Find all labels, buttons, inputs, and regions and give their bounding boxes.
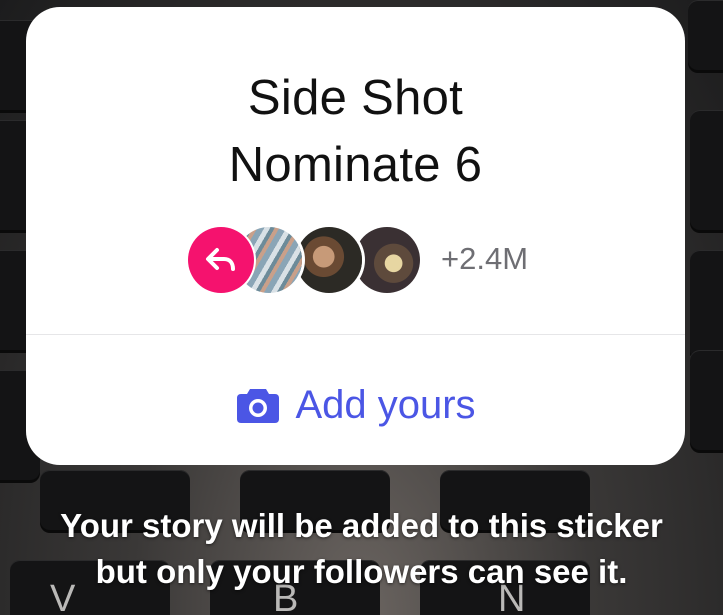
add-yours-label: Add yours [295, 382, 476, 427]
sticker-caption: Your story will be added to this sticker… [0, 503, 723, 595]
caption-line2: but only your followers can see it. [95, 553, 628, 590]
reply-arrow-icon [206, 248, 235, 271]
participants-count: +2.4M [441, 241, 529, 276]
participant-avatar [296, 227, 362, 293]
sticker-title: Side Shot Nominate 6 [26, 65, 685, 199]
add-yours-button[interactable]: Add yours [26, 377, 685, 433]
reply-button[interactable] [188, 227, 254, 293]
camera-icon [237, 389, 280, 423]
add-yours-sticker-card: Side Shot Nominate 6 +2.4M Add yours [26, 7, 685, 465]
caption-line1: Your story will be added to this sticker [60, 507, 663, 544]
divider [26, 334, 685, 335]
sticker-title-line2: Nominate 6 [228, 138, 483, 192]
sticker-title-line1: Side Shot [247, 71, 464, 125]
participants-row[interactable]: +2.4M [188, 227, 528, 295]
participant-avatar [354, 227, 420, 293]
